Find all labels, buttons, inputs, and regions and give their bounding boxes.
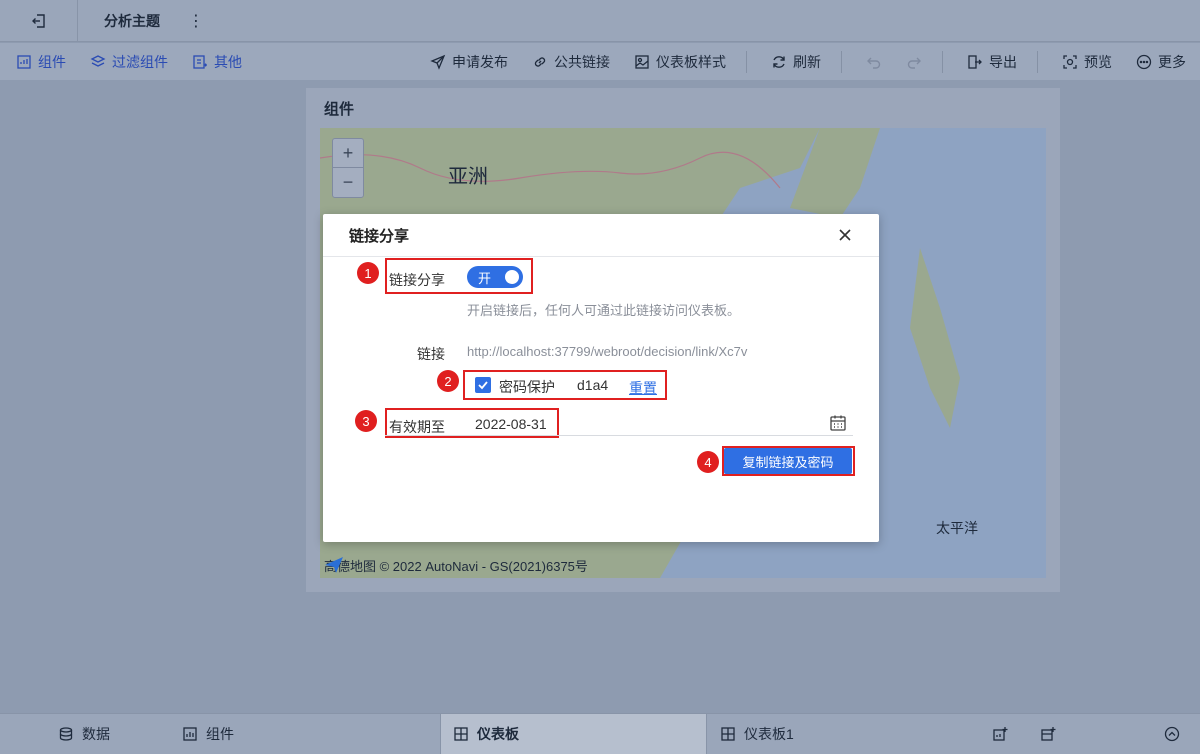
add-dashboard-button[interactable]	[992, 714, 1008, 754]
more-label: 更多	[1158, 53, 1186, 70]
share-toggle-text: 开	[478, 270, 492, 286]
public-link-button[interactable]: 公共链接	[532, 52, 610, 72]
more-button[interactable]: 更多	[1136, 52, 1186, 72]
page-title: 分析主题	[104, 12, 160, 29]
close-icon[interactable]	[837, 227, 853, 243]
toolbar: 组件 过滤组件 其他 申请发布 公共链接 仪表板样式 刷新 导出 预览 更多	[0, 43, 1200, 80]
other-icon	[193, 54, 207, 69]
component-tab-button[interactable]: 组件	[182, 714, 234, 754]
tab-dashboard[interactable]: 仪表板	[440, 714, 707, 754]
link-url[interactable]: http://localhost:37799/webroot/decision/…	[467, 344, 747, 359]
filter-component-button[interactable]: 过滤组件	[90, 52, 168, 72]
toolbar-divider	[942, 50, 943, 73]
refresh-button[interactable]: 刷新	[771, 52, 821, 72]
title-more-button[interactable]: ⋮	[188, 11, 204, 31]
collapse-button[interactable]	[1164, 714, 1180, 754]
refresh-label: 刷新	[793, 53, 821, 70]
dashboard-icon	[454, 727, 468, 741]
amap-logo-icon	[325, 557, 343, 573]
expire-date-input[interactable]: 2022-08-31	[475, 416, 547, 432]
widget-title: 组件	[324, 101, 355, 118]
send-icon	[430, 54, 446, 70]
password-label: 密码保护	[499, 379, 555, 395]
zoom-out-button[interactable]: −	[333, 168, 363, 197]
preview-label: 预览	[1084, 53, 1112, 70]
export-label: 导出	[989, 53, 1017, 70]
share-toggle[interactable]: 开	[467, 266, 523, 288]
step-badge-4: 4	[697, 451, 719, 473]
toolbar-divider	[746, 50, 747, 73]
map-label-asia: 亚洲	[448, 166, 488, 188]
refresh-icon	[773, 55, 785, 68]
calendar-icon[interactable]	[829, 414, 847, 432]
password-checkbox[interactable]	[475, 377, 491, 393]
password-value: d1a4	[577, 377, 609, 393]
component-tab-label: 组件	[206, 726, 234, 742]
link-label: 链接	[417, 346, 445, 362]
export-button[interactable]: 导出	[967, 52, 1017, 72]
add-component-label: 组件	[38, 53, 66, 70]
map-attribution-text: 高德地图 © 2022 AutoNavi - GS(2021)6375号	[324, 559, 588, 574]
other-label: 其他	[214, 53, 242, 70]
component-icon	[17, 54, 31, 69]
zoom-in-button[interactable]: +	[333, 139, 363, 168]
exit-icon	[31, 13, 45, 28]
data-tab-button[interactable]: 数据	[58, 714, 110, 754]
dashboard-icon	[721, 727, 735, 741]
add-dashboard-alt-button[interactable]	[1040, 714, 1056, 754]
apply-publish-button[interactable]: 申请发布	[430, 52, 508, 72]
share-hint: 开启链接后，任何人可通过此链接访问仪表板。	[467, 303, 741, 318]
export-icon	[968, 54, 982, 69]
toolbar-divider	[1037, 50, 1038, 73]
dashboard-style-button[interactable]: 仪表板样式	[634, 52, 726, 72]
link-icon	[534, 56, 546, 67]
redo-icon	[907, 57, 921, 69]
expire-label: 有效期至	[389, 419, 445, 435]
apply-publish-label: 申请发布	[452, 53, 508, 70]
more-icon	[1136, 54, 1152, 69]
share-label: 链接分享	[389, 272, 445, 288]
copy-link-password-button[interactable]: 复制链接及密码	[724, 448, 852, 474]
component-icon	[183, 727, 197, 741]
map-zoom-control: + −	[332, 138, 364, 198]
map-label-pacific: 太平洋	[936, 520, 978, 536]
preview-button[interactable]: 预览	[1062, 52, 1112, 72]
check-icon	[478, 381, 488, 390]
tab-dashboard1[interactable]: 仪表板1	[708, 714, 978, 754]
tab-dashboard-label: 仪表板	[477, 726, 519, 742]
title-bar: 分析主题 ⋮	[0, 0, 1200, 42]
add-dashboard-icon	[993, 727, 1008, 741]
exit-button[interactable]	[0, 0, 78, 42]
toggle-knob	[505, 270, 519, 284]
step-badge-2: 2	[437, 370, 459, 392]
dashboard-style-label: 仪表板样式	[656, 53, 726, 70]
toolbar-divider	[841, 50, 842, 73]
add-component-button[interactable]: 组件	[16, 52, 66, 72]
date-underline	[385, 435, 853, 436]
style-icon	[635, 54, 649, 69]
filter-component-icon	[90, 54, 106, 67]
add-layout-icon	[1041, 727, 1056, 741]
data-tab-label: 数据	[82, 726, 110, 742]
map-attribution: 高德地图 © 2022 AutoNavi - GS(2021)6375号	[324, 556, 588, 575]
filter-component-label: 过滤组件	[112, 53, 168, 70]
dialog-title: 链接分享	[349, 227, 410, 245]
undo-button[interactable]	[866, 54, 882, 70]
public-link-label: 公共链接	[554, 53, 610, 70]
link-share-dialog: 链接分享 1 链接分享 开 开启链接后，任何人可通过此链接访问仪表板。 链接 h…	[323, 214, 879, 542]
preview-icon	[1063, 54, 1077, 69]
undo-icon	[867, 57, 881, 69]
database-icon	[59, 727, 73, 741]
step-badge-3: 3	[355, 410, 377, 432]
reset-password-link[interactable]: 重置	[629, 378, 657, 398]
dialog-header: 链接分享	[323, 214, 879, 257]
redo-button[interactable]	[906, 54, 922, 70]
chevron-up-icon	[1164, 726, 1180, 742]
bottom-bar: 数据 组件 仪表板 仪表板1	[0, 713, 1200, 754]
other-button[interactable]: 其他	[192, 52, 242, 72]
tab-dashboard1-label: 仪表板1	[744, 726, 794, 742]
step-badge-1: 1	[357, 262, 379, 284]
